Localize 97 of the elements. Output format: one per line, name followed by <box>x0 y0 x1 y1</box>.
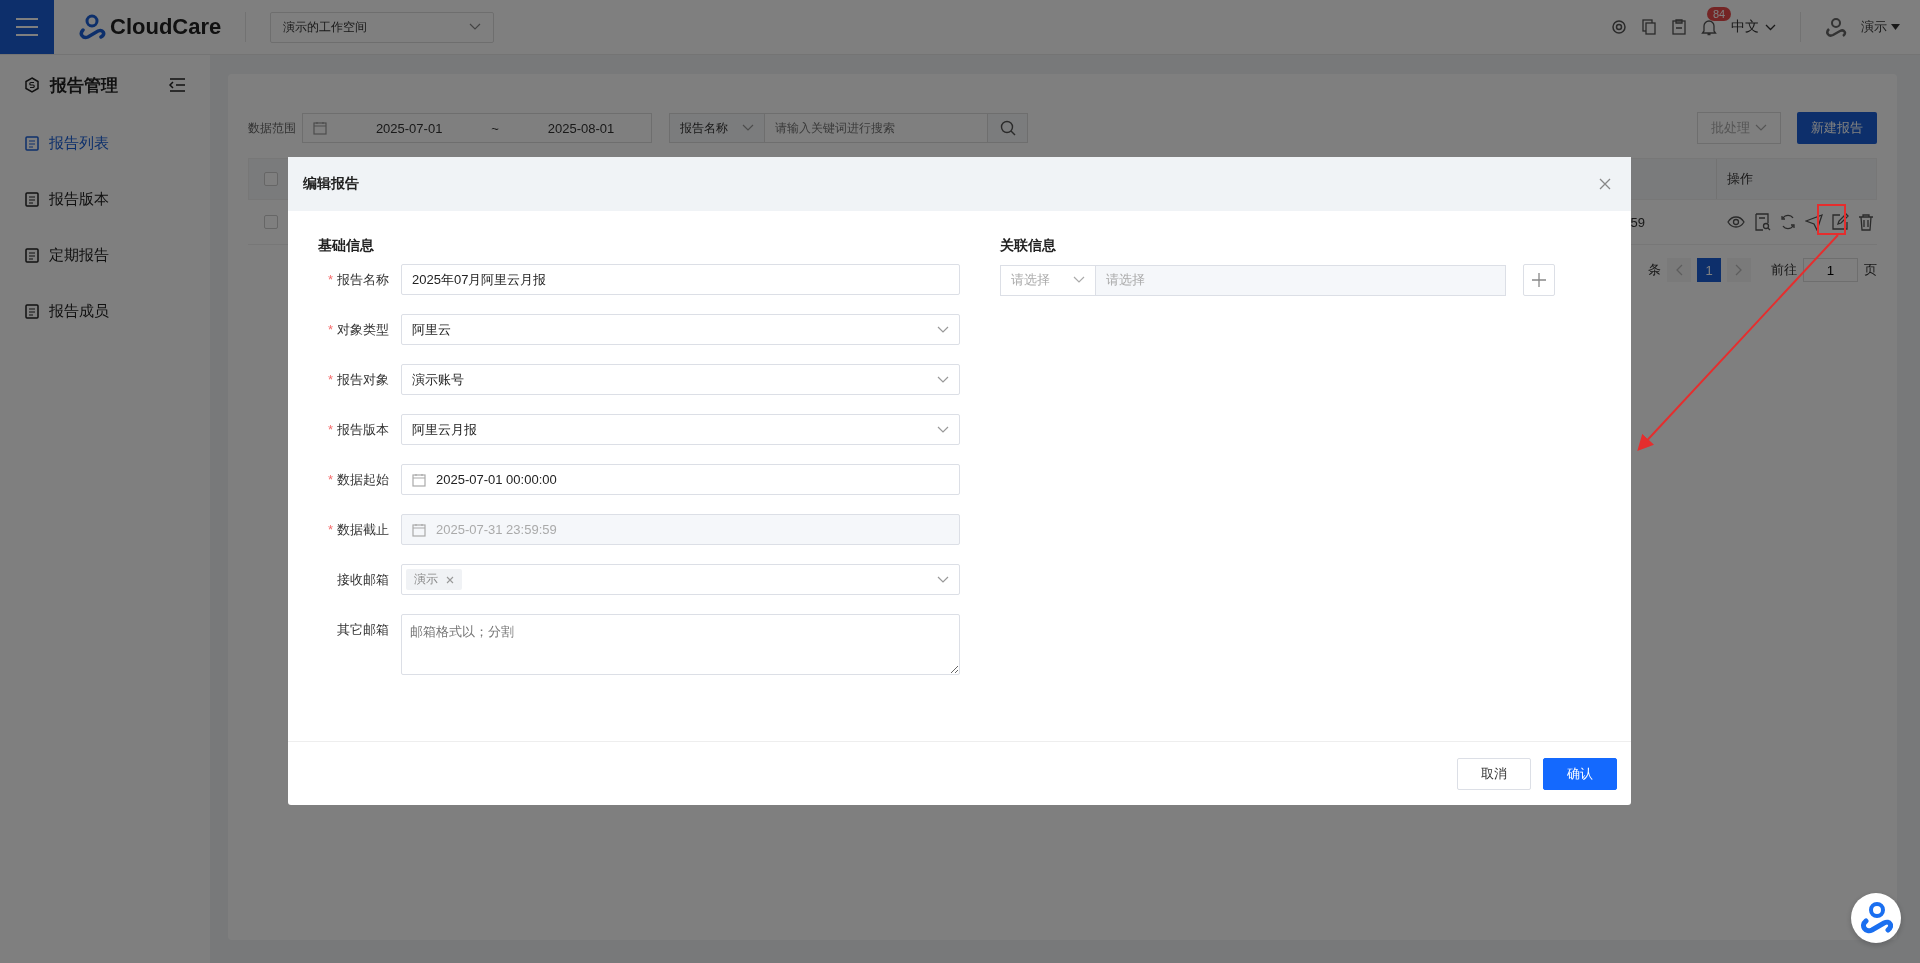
document-icon <box>25 303 39 319</box>
menu-icon <box>15 17 39 37</box>
date-range-field[interactable]: 2025-07-01 ~ 2025-08-01 <box>302 113 652 143</box>
sidebar-item[interactable]: 报告成员 <box>0 283 210 339</box>
chevron-left-icon <box>1675 264 1683 276</box>
chevron-down-icon <box>937 575 949 584</box>
sidebar-item[interactable]: 报告版本 <box>0 171 210 227</box>
plus-icon <box>1532 273 1546 287</box>
search-by-select[interactable]: 报告名称 <box>669 113 765 143</box>
document-icon <box>25 135 39 151</box>
logo-icon <box>1859 901 1893 935</box>
text-field[interactable]: 2025年07月阿里云月报 <box>401 264 960 295</box>
total-text: 条 <box>1648 261 1661 279</box>
sidebar-item[interactable]: 定期报告 <box>0 227 210 283</box>
add-button[interactable] <box>1523 264 1555 296</box>
user-menu[interactable]: 演示 <box>1861 18 1900 36</box>
section-title: 基础信息 <box>318 237 375 255</box>
calendar-icon <box>412 472 426 487</box>
range-label: 数据范围 <box>248 119 296 137</box>
highlight-frame <box>1817 204 1846 235</box>
select-field[interactable]: 阿里云月报 <box>401 414 960 445</box>
select-field[interactable]: 演示账号 <box>401 364 960 395</box>
page-button[interactable]: 1 <box>1697 258 1721 282</box>
dialog-title: 编辑报告 <box>303 175 359 193</box>
chevron-right-icon <box>1735 264 1743 276</box>
range-separator: ~ <box>491 120 499 136</box>
chevron-down-icon <box>1755 124 1767 132</box>
date-field[interactable]: 2025-07-01 00:00:00 <box>401 464 960 495</box>
search-icon <box>999 120 1016 136</box>
sidebar-item[interactable]: 报告列表 <box>0 115 210 171</box>
remove-icon[interactable] <box>446 575 454 584</box>
type-select[interactable]: 请选择 <box>1000 264 1096 296</box>
chevron-down-icon <box>1765 23 1776 31</box>
chevron-down-icon <box>469 23 482 31</box>
end-date: 2025-08-01 <box>546 120 616 136</box>
caret-icon <box>1891 24 1900 30</box>
bell-icon[interactable] <box>1701 18 1717 36</box>
field-label: * 报告名称 <box>326 271 390 289</box>
field-label: * 报告版本 <box>326 421 390 439</box>
eye-icon[interactable] <box>1727 213 1745 231</box>
document-icon <box>25 247 39 263</box>
calendar-icon <box>412 522 426 537</box>
checkbox[interactable] <box>264 215 278 229</box>
required-mark: * <box>327 272 333 287</box>
sidebar-title: 报告管理 <box>50 74 118 97</box>
edit-icon[interactable] <box>1831 213 1849 231</box>
clipboard-icon[interactable] <box>1671 19 1687 35</box>
start-date: 2025-07-01 <box>374 120 444 136</box>
document-search-icon[interactable] <box>1753 213 1771 231</box>
field-label: * 对象类型 <box>326 321 390 339</box>
chevron-down-icon <box>937 425 949 434</box>
table-cell: 59 <box>1630 214 1645 230</box>
close-icon[interactable] <box>1599 178 1611 190</box>
chevron-down-icon <box>937 325 949 334</box>
field-label: * 数据截止 <box>326 521 390 539</box>
avatar-icon[interactable] <box>1825 16 1847 38</box>
select-field[interactable]: 阿里云 <box>401 314 960 345</box>
calendar-icon <box>313 121 327 135</box>
field-label: 接收邮箱 <box>336 571 390 589</box>
page-suffix: 页 <box>1864 261 1877 279</box>
field-label: 其它邮箱 <box>336 621 390 639</box>
tag-select-field[interactable]: 演示 <box>401 564 960 595</box>
required-mark: * <box>327 522 333 537</box>
logo-text: CloudCare <box>110 14 222 40</box>
menu-button[interactable] <box>0 0 54 54</box>
field-label: * 报告对象 <box>326 371 390 389</box>
collapse-icon[interactable] <box>168 77 186 93</box>
section-title: 关联信息 <box>1000 237 1057 255</box>
document-icon <box>25 191 39 207</box>
search-field[interactable]: 请输入关键词进行搜索 <box>765 113 988 143</box>
sync-icon[interactable] <box>1779 213 1797 231</box>
checkbox[interactable] <box>264 172 278 186</box>
tag: 演示 <box>406 569 462 590</box>
required-mark: * <box>327 322 333 337</box>
column-header: 操作 <box>1716 159 1876 199</box>
required-mark: * <box>327 422 333 437</box>
chevron-down-icon <box>1073 276 1085 284</box>
logo-icon <box>78 14 106 40</box>
chevron-down-icon <box>937 375 949 384</box>
text-area[interactable]: 邮箱格式以；分割 <box>401 614 960 675</box>
copy-icon[interactable] <box>1641 19 1657 35</box>
trash-icon[interactable] <box>1857 213 1875 231</box>
chevron-down-icon <box>742 124 754 132</box>
cancel-button[interactable]: 取消 <box>1457 757 1531 790</box>
workspace-select[interactable]: 演示的工作空间 <box>270 11 495 43</box>
field-label: * 数据起始 <box>326 471 390 489</box>
required-mark: * <box>327 472 333 487</box>
goto-label: 前往 <box>1771 261 1797 279</box>
notification-badge: 84 <box>1707 6 1732 21</box>
send-icon[interactable] <box>1805 213 1823 231</box>
page-input[interactable]: 1 <box>1803 258 1858 282</box>
search-button[interactable] <box>988 113 1028 143</box>
required-mark: * <box>327 372 333 387</box>
shield-icon <box>24 77 40 93</box>
confirm-button[interactable]: 确认 <box>1543 757 1617 790</box>
language-select[interactable]: 中文 <box>1731 18 1776 36</box>
new-report-button[interactable]: 新建报告 <box>1797 112 1877 144</box>
